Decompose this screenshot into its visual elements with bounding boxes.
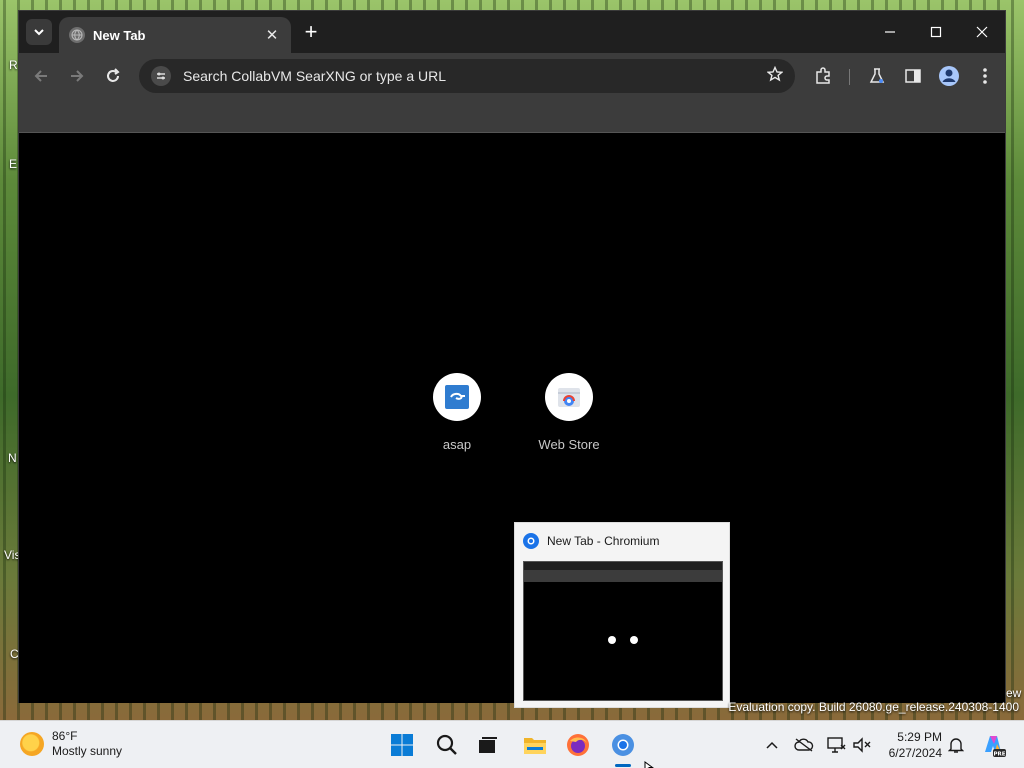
weather-desc: Mostly sunny: [52, 744, 123, 758]
toolbar-divider: [849, 69, 850, 85]
desktop-icon-label[interactable]: N: [8, 451, 17, 465]
shortcut-tile[interactable]: [545, 373, 593, 421]
windows-icon: [391, 734, 413, 756]
tab-search-button[interactable]: [26, 19, 52, 45]
new-tab-page: asap Web Store: [19, 133, 1005, 703]
folder-icon: [524, 738, 546, 754]
copilot-button[interactable]: PRE: [980, 732, 1006, 758]
shortcut-asap[interactable]: asap: [417, 373, 497, 452]
cloud-offline-icon: [794, 738, 814, 752]
more-vert-icon: [983, 68, 987, 84]
thumb-shortcut: [630, 636, 638, 644]
svg-text:PRE: PRE: [993, 752, 1005, 758]
reload-button[interactable]: [101, 64, 125, 88]
chromium-icon: [523, 533, 539, 549]
labs-button[interactable]: [865, 64, 889, 88]
address-bar[interactable]: Search CollabVM SearXNG or type a URL: [139, 59, 795, 93]
side-panel-icon: [905, 69, 921, 83]
speaker-muted-icon: [853, 737, 871, 753]
shortcut-tile[interactable]: [433, 373, 481, 421]
close-tab-icon[interactable]: ✕: [263, 26, 281, 44]
maximize-icon: [930, 26, 942, 38]
new-tab-button[interactable]: +: [299, 21, 323, 45]
preview-thumbnail[interactable]: [523, 561, 723, 701]
close-icon: [976, 26, 988, 38]
copilot-icon: PRE: [985, 736, 1006, 758]
site-info-icon[interactable]: [151, 66, 171, 86]
search-icon: [436, 734, 457, 755]
file-explorer-button[interactable]: [519, 729, 551, 761]
reload-icon: [107, 68, 120, 82]
globe-icon: [69, 27, 85, 43]
browser-toolbar: Search CollabVM SearXNG or type a URL: [19, 53, 1005, 99]
bookmark-star-icon[interactable]: [766, 65, 784, 87]
flask-icon: [869, 68, 885, 83]
clock-date: 6/27/2024: [888, 746, 942, 760]
weather-temp: 86°F: [52, 729, 78, 743]
minimize-button[interactable]: [867, 17, 913, 47]
volume-button[interactable]: [852, 735, 872, 755]
onedrive-button[interactable]: [794, 735, 814, 755]
weather-widget[interactable]: 86°F Mostly sunny: [20, 729, 122, 759]
sun-icon: [20, 732, 44, 756]
profile-button[interactable]: [937, 64, 961, 88]
shortcut-web-store[interactable]: Web Store: [529, 373, 609, 452]
arrow-left-icon: [34, 70, 47, 82]
evaluation-notice: Evaluation copy. Build 26080.ge_release.…: [728, 700, 1019, 714]
thumb-shortcut: [608, 636, 616, 644]
arrow-right-icon: [71, 70, 84, 82]
system-clock[interactable]: 5:29 PM 6/27/2024: [880, 729, 942, 761]
taskbar-window-preview[interactable]: New Tab - Chromium: [514, 522, 730, 708]
tab-new-tab[interactable]: New Tab ✕: [59, 17, 291, 53]
web-store-icon: [558, 388, 580, 407]
mouse-cursor-icon: [644, 761, 654, 768]
desktop-icon-label[interactable]: E: [9, 157, 17, 171]
thumb-toolbar: [524, 570, 722, 582]
browser-window: New Tab ✕ + Search CollabVM SearXNG or t…: [18, 10, 1006, 703]
network-button[interactable]: [826, 735, 846, 755]
maximize-button[interactable]: [913, 17, 959, 47]
firefox-icon: [567, 734, 589, 756]
firefox-button[interactable]: [562, 729, 594, 761]
asap-app-icon: [445, 385, 469, 409]
chromium-taskbar-button[interactable]: [607, 729, 639, 761]
back-button[interactable]: [29, 64, 53, 88]
extensions-button[interactable]: [811, 64, 835, 88]
bell-icon: [948, 738, 964, 753]
chevron-down-icon: [34, 29, 44, 36]
start-button[interactable]: [386, 729, 418, 761]
side-panel-button[interactable]: [901, 64, 925, 88]
tab-title: New Tab: [93, 27, 146, 43]
clock-time: 5:29 PM: [897, 730, 942, 744]
menu-button[interactable]: [973, 64, 997, 88]
desktop-icon-label[interactable]: R: [9, 58, 18, 72]
close-window-button[interactable]: [959, 17, 1005, 47]
preview-header: New Tab - Chromium: [515, 523, 729, 549]
puzzle-icon: [816, 67, 830, 84]
shortcut-label: asap: [442, 437, 472, 452]
search-button[interactable]: [431, 729, 463, 761]
address-placeholder: Search CollabVM SearXNG or type a URL: [183, 68, 446, 84]
tab-strip: New Tab ✕ +: [19, 11, 1005, 53]
task-view-icon: [479, 737, 497, 753]
taskbar: 86°F Mostly sunny 5:29 PM 6/27/2024 PRE: [0, 720, 1024, 768]
bookmarks-bar: [19, 99, 1005, 133]
avatar-icon: [939, 66, 959, 86]
preview-title: New Tab - Chromium: [547, 534, 660, 548]
chromium-icon: [612, 734, 634, 756]
minimize-icon: [885, 31, 895, 33]
show-hidden-icons-button[interactable]: [762, 735, 782, 755]
forward-button[interactable]: [65, 64, 89, 88]
thumb-tabstrip: [524, 562, 722, 570]
chevron-up-icon: [766, 741, 778, 749]
network-icon: [827, 737, 846, 753]
task-view-button[interactable]: [472, 729, 504, 761]
shortcut-label: Web Store: [538, 437, 600, 452]
notifications-button[interactable]: [946, 735, 966, 755]
active-app-indicator: [615, 764, 631, 767]
desktop-icon-label[interactable]: ew: [1006, 686, 1021, 700]
